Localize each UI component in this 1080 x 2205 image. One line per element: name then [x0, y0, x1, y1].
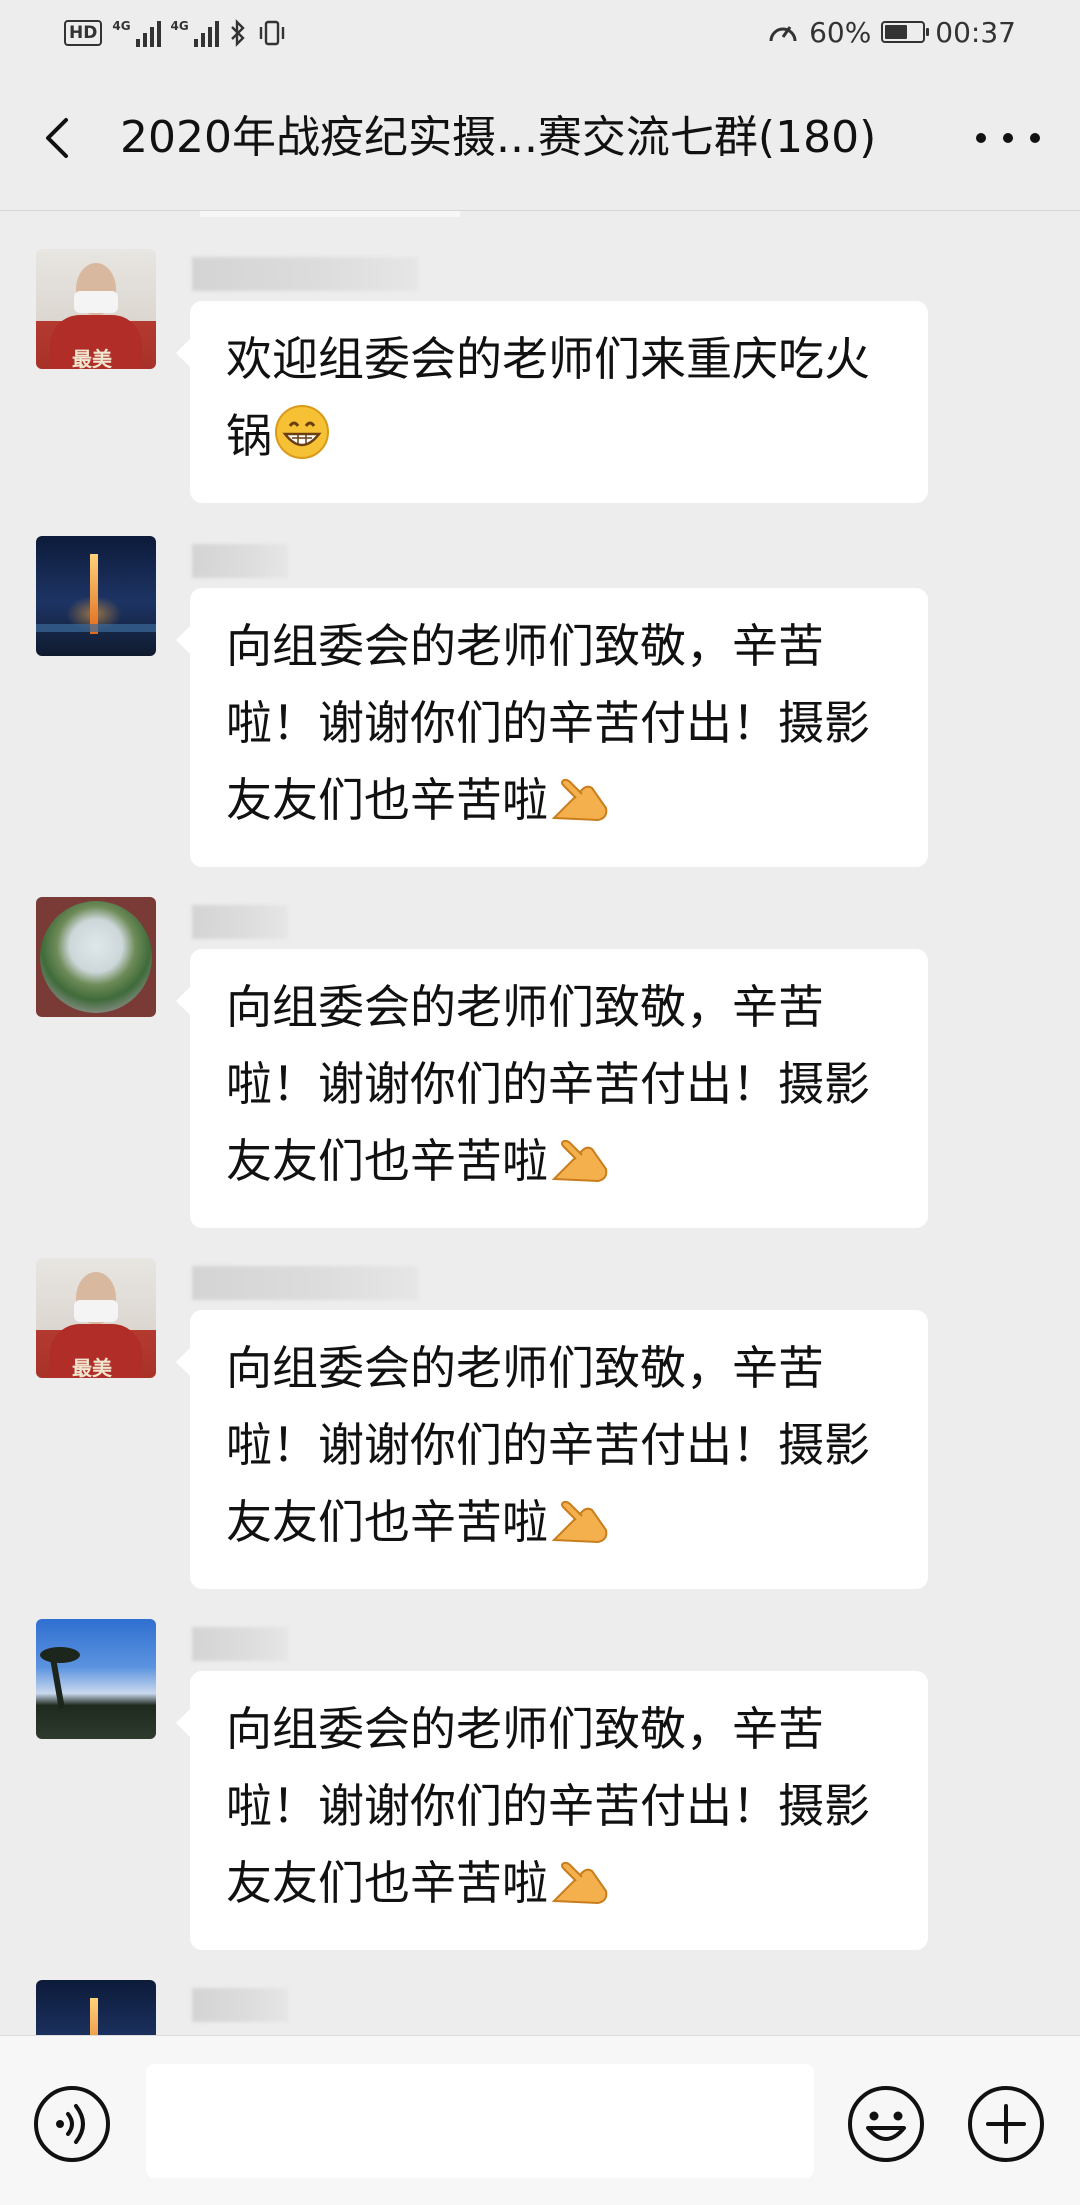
- raised-hand-icon: [550, 770, 610, 847]
- raised-hand-icon: [550, 1853, 610, 1930]
- message-bubble[interactable]: 向组委会的老师们致敬，辛苦啦！谢谢你们的辛苦付出！摄影友友们也辛苦啦: [176, 1671, 928, 1950]
- chat-header: 2020年战疫纪实摄...赛交流七群(180): [0, 66, 1080, 211]
- sender-name-blurred: [192, 257, 418, 291]
- message-bubble[interactable]: 向组委会的老师们致敬，辛苦啦！谢谢你们的辛苦付出！摄影友友们也辛苦啦: [176, 588, 928, 867]
- status-bar: HD 4G 4G 60% 00:37: [0, 0, 1080, 66]
- sender-name-blurred: [192, 905, 288, 939]
- bluetooth-icon: [230, 19, 245, 47]
- message-text: 向组委会的老师们致敬，辛苦啦！谢谢你们的辛苦付出！摄影友友们也辛苦啦: [226, 619, 870, 827]
- message-text: 向组委会的老师们致敬，辛苦啦！谢谢你们的辛苦付出！摄影友友们也辛苦啦: [226, 1702, 870, 1910]
- message-list[interactable]: 最美 欢迎组委会的老师们来重庆吃火锅 向组委会的老师们致敬，辛苦啦！谢谢你们的辛…: [0, 211, 1080, 2035]
- message-row: [0, 1980, 1080, 2035]
- signal-icon: 4G: [112, 19, 161, 47]
- previous-bubble-edge: [200, 211, 460, 217]
- more-options-icon[interactable]: [976, 126, 1040, 150]
- signal-icon: 4G: [171, 19, 219, 47]
- plus-icon[interactable]: [966, 2084, 1046, 2164]
- network-type: 4G: [112, 19, 131, 33]
- speedometer-icon: [769, 26, 797, 42]
- vibrate-icon: [259, 20, 284, 46]
- voice-input-icon[interactable]: [32, 2084, 112, 2164]
- message-bubble[interactable]: 向组委会的老师们致敬，辛苦啦！谢谢你们的辛苦付出！摄影友友们也辛苦啦: [176, 1310, 928, 1589]
- message-row: 向组委会的老师们致敬，辛苦啦！谢谢你们的辛苦付出！摄影友友们也辛苦啦: [0, 1619, 1080, 1950]
- chat-title: 2020年战疫纪实摄...赛交流七群(180): [120, 112, 877, 163]
- avatar[interactable]: [36, 1619, 156, 1739]
- sender-name-blurred: [192, 1988, 288, 2022]
- battery-percent: 60%: [809, 15, 872, 49]
- message-row: 向组委会的老师们致敬，辛苦啦！谢谢你们的辛苦付出！摄影友友们也辛苦啦: [0, 536, 1080, 867]
- message-bubble[interactable]: 向组委会的老师们致敬，辛苦啦！谢谢你们的辛苦付出！摄影友友们也辛苦啦: [176, 949, 928, 1228]
- hd-indicator: HD: [64, 20, 103, 46]
- raised-hand-icon: [550, 1492, 610, 1569]
- clock: 00:37: [935, 15, 1016, 49]
- back-arrow-icon[interactable]: [36, 116, 80, 160]
- message-text: 向组委会的老师们致敬，辛苦啦！谢谢你们的辛苦付出！摄影友友们也辛苦啦: [226, 1341, 870, 1549]
- message-row: 向组委会的老师们致敬，辛苦啦！谢谢你们的辛苦付出！摄影友友们也辛苦啦: [0, 897, 1080, 1228]
- status-right: 60% 00:37: [767, 14, 1016, 50]
- sender-name-blurred: [192, 544, 288, 578]
- grinning-face-icon: [274, 404, 330, 483]
- emoji-picker-icon[interactable]: [846, 2084, 926, 2164]
- avatar-caption: 最美: [72, 347, 112, 369]
- sender-name-blurred: [192, 1266, 418, 1300]
- avatar[interactable]: [36, 1980, 156, 2035]
- network-type: 4G: [170, 19, 189, 33]
- battery-icon: [881, 21, 930, 43]
- status-left: HD 4G 4G: [64, 18, 287, 48]
- avatar[interactable]: [36, 897, 156, 1017]
- avatar-caption: 最美: [72, 1356, 112, 1378]
- sender-name-blurred: [192, 1627, 288, 1661]
- raised-hand-icon: [550, 1131, 610, 1208]
- avatar[interactable]: [36, 536, 156, 656]
- message-bubble[interactable]: 欢迎组委会的老师们来重庆吃火锅: [176, 301, 928, 503]
- message-row: 最美 向组委会的老师们致敬，辛苦啦！谢谢你们的辛苦付出！摄影友友们也辛苦啦: [0, 1258, 1080, 1589]
- input-bar: [0, 2035, 1080, 2205]
- message-input[interactable]: [146, 2064, 814, 2178]
- avatar[interactable]: 最美: [36, 249, 156, 369]
- message-text: 向组委会的老师们致敬，辛苦啦！谢谢你们的辛苦付出！摄影友友们也辛苦啦: [226, 980, 870, 1188]
- avatar[interactable]: 最美: [36, 1258, 156, 1378]
- message-row: 最美 欢迎组委会的老师们来重庆吃火锅: [0, 249, 1080, 503]
